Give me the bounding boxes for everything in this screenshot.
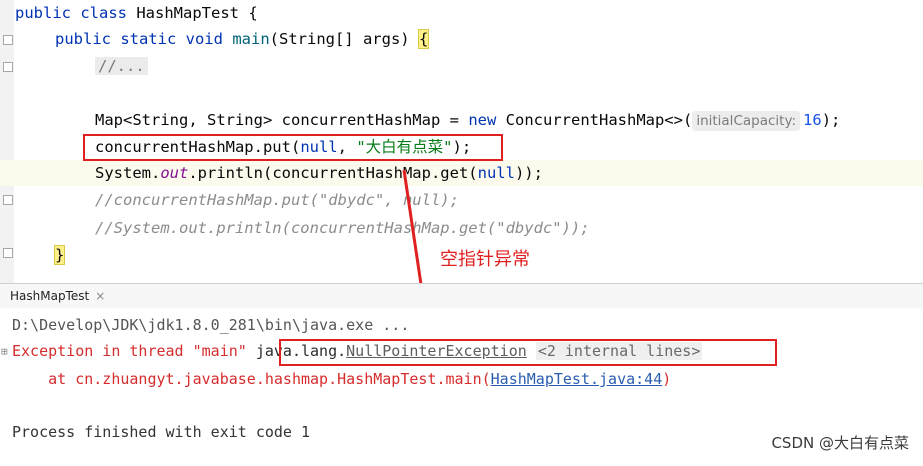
highlight-box — [279, 339, 777, 366]
stacktrace-end: ) — [662, 370, 672, 388]
console-command: D:\Develop\JDK\jdk1.8.0_281\bin\java.exe… — [12, 316, 410, 334]
stacktrace-text: at cn.zhuangyt.javabase.hashmap.HashMapT… — [12, 370, 491, 388]
tab-hashmaptest[interactable]: HashMapTest × — [0, 284, 110, 310]
close-icon[interactable]: × — [95, 289, 105, 303]
console-exit-message: Process finished with exit code 1 — [12, 423, 311, 441]
tab-label: HashMapTest — [10, 289, 90, 303]
console-stacktrace-line: at cn.zhuangyt.javabase.hashmap.HashMapT… — [12, 366, 671, 392]
run-tab-bar: HashMapTest × — [0, 283, 923, 310]
source-link[interactable]: HashMapTest.java:44 — [491, 370, 663, 388]
expand-icon[interactable]: ⊞ — [1, 345, 8, 358]
exception-prefix: Exception in thread "main" — [12, 342, 256, 360]
watermark: CSDN @大白有点菜 — [771, 434, 909, 452]
